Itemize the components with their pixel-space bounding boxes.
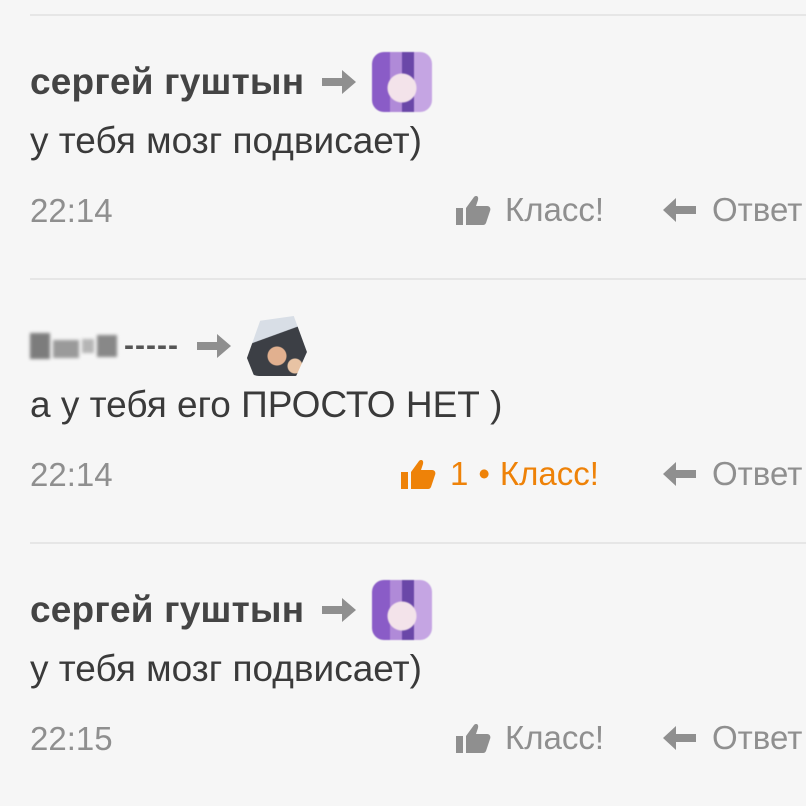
reply-button[interactable]: Ответ (662, 714, 802, 762)
divider (30, 278, 806, 280)
comment-text: а у тебя его ПРОСТО НЕТ ) (30, 384, 503, 425)
like-label: Класс! (505, 719, 604, 756)
comment-meta: 22:14 Класс! Ответ (30, 180, 806, 240)
reply-label: Ответ (712, 191, 803, 228)
author-name-blurred[interactable]: ----- (30, 326, 179, 366)
divider (30, 542, 806, 544)
reply-button[interactable]: Ответ (662, 186, 802, 234)
comment-meta: 22:14 1 • Класс! Ответ (30, 444, 806, 504)
thumbs-up-icon (456, 724, 491, 753)
author-name-tail: ----- (124, 329, 179, 362)
like-button[interactable]: Класс! (455, 714, 604, 762)
reply-arrow-icon (663, 462, 696, 486)
comments-screen: сергей гуштын у тебя мозг подвисает) 22:… (0, 0, 806, 806)
divider (30, 14, 806, 16)
comment-header: сергей гуштын (30, 52, 433, 112)
reply-label: Ответ (712, 719, 803, 756)
like-separator: • (478, 455, 490, 492)
reply-to-arrow-icon (196, 334, 231, 358)
comment-header: сергей гуштын (30, 580, 433, 640)
like-button[interactable]: 1 • Класс! (400, 450, 599, 498)
comment-item: ----- а у тебя его ПРОСТО НЕТ ) 22:14 1 … (0, 316, 806, 556)
avatar[interactable] (372, 52, 433, 112)
reply-to-arrow-icon (322, 70, 357, 94)
like-label: Класс! (499, 455, 599, 492)
author-name[interactable]: сергей гуштын (30, 589, 304, 631)
comment-header: ----- (30, 316, 307, 376)
reply-button[interactable]: Ответ (662, 450, 802, 498)
comment-meta: 22:15 Класс! Ответ (30, 708, 806, 768)
reply-label: Ответ (712, 455, 803, 492)
comment-time: 22:14 (30, 192, 113, 229)
reply-arrow-icon (663, 198, 696, 222)
like-label: Класс! (505, 191, 604, 228)
like-button[interactable]: Класс! (455, 186, 604, 234)
like-count: 1 (450, 455, 469, 492)
avatar[interactable] (372, 580, 433, 640)
thumbs-up-icon (456, 196, 491, 225)
comment-item: сергей гуштын у тебя мозг подвисает) 22:… (0, 52, 806, 292)
thumbs-up-icon (401, 460, 436, 489)
comment-time: 22:15 (30, 720, 113, 757)
author-name[interactable]: сергей гуштын (30, 61, 304, 103)
avatar[interactable] (246, 316, 307, 376)
reply-arrow-icon (663, 726, 696, 750)
comment-item: сергей гуштын у тебя мозг подвисает) 22:… (0, 580, 806, 806)
reply-to-arrow-icon (322, 598, 357, 622)
comment-text: у тебя мозг подвисает) (30, 120, 422, 161)
comment-time: 22:14 (30, 456, 113, 493)
comment-text: у тебя мозг подвисает) (30, 648, 422, 689)
